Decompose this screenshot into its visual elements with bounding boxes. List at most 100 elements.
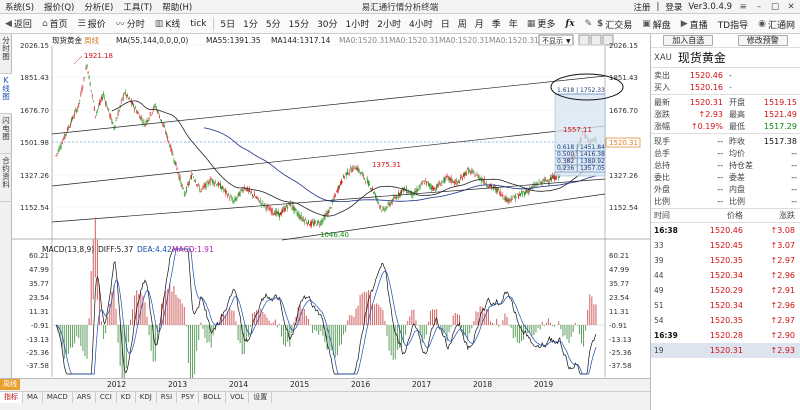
minimize-icon[interactable]: –: [754, 2, 764, 12]
candle-body: [227, 195, 229, 198]
macd-bar: [307, 318, 309, 325]
tick-row[interactable]: 33 1520.45 ↑3.07: [651, 238, 800, 253]
more-button[interactable]: ▦ 更多: [522, 14, 561, 34]
tick-row[interactable]: 16:39 1520.28 ↑2.90: [651, 328, 800, 343]
td-guide-button[interactable]: TD指导: [713, 14, 753, 34]
tick-row[interactable]: 19 1520.31 ↑2.93: [651, 343, 800, 358]
candle-body: [525, 191, 527, 195]
macd-bar: [353, 316, 355, 325]
candle-body: [434, 187, 435, 189]
candle-body: [450, 177, 452, 182]
fx-button[interactable]: fx: [560, 14, 579, 34]
tab-indicator[interactable]: 指标: [0, 391, 23, 403]
tab-macd[interactable]: MACD: [43, 391, 73, 403]
tab-boll[interactable]: BOLL: [199, 391, 227, 403]
macd-bar: [94, 217, 96, 278]
timeshare-button[interactable]: 〰分时: [111, 14, 150, 34]
macd-bar: [496, 318, 498, 325]
tick-row[interactable]: 54 1520.35 ↑2.97: [651, 313, 800, 328]
close-icon[interactable]: ✕: [786, 2, 796, 12]
tab-ars[interactable]: ARS: [73, 391, 96, 403]
period-1h[interactable]: 1小时: [342, 14, 374, 34]
menu-analysis[interactable]: 分析(E): [79, 1, 118, 13]
macd-bar: [107, 316, 109, 325]
tick-row[interactable]: 44 1520.34 ↑2.96: [651, 268, 800, 283]
candle-body: [284, 207, 286, 212]
period-5d[interactable]: 5日: [216, 14, 239, 34]
period-week[interactable]: 周: [454, 14, 471, 34]
add-watch-button[interactable]: 加入自选: [663, 35, 714, 46]
chart-area[interactable]: 现货黄金 周线 MA(55,144,0,0,0,0) MA55:1391.35 …: [12, 34, 650, 385]
candle-body: [271, 208, 273, 213]
home-button[interactable]: ⌂ 首页: [37, 14, 73, 34]
candle-body: [510, 197, 512, 202]
macd-bar: [173, 285, 175, 325]
fx-exchange-button[interactable]: $ 汇交易: [592, 14, 637, 34]
tab-rsi[interactable]: RSI: [157, 391, 178, 403]
candle-body: [390, 202, 392, 204]
period-month[interactable]: 月: [471, 14, 488, 34]
tick-row[interactable]: 49 1520.29 ↑2.91: [651, 283, 800, 298]
kline-chart-svg[interactable]: 现货黄金 周线 MA(55,144,0,0,0,0) MA55:1391.35 …: [12, 34, 650, 385]
chart-tools[interactable]: [578, 34, 614, 46]
tab-cci[interactable]: CCI: [96, 391, 117, 403]
menu-quote[interactable]: 报价(Q): [39, 1, 79, 13]
candle-body: [400, 191, 401, 195]
candle-body: [468, 168, 470, 174]
candle-body: [374, 192, 376, 194]
macd-bar: [448, 325, 450, 333]
period-quarter[interactable]: 季: [488, 14, 505, 34]
candle-body: [272, 213, 274, 214]
stat-value: --: [791, 160, 797, 170]
tick-row[interactable]: 51 1520.34 ↑2.96: [651, 298, 800, 313]
tab-kd[interactable]: KD: [117, 391, 136, 403]
candle-body: [170, 145, 172, 151]
macd-axis-label: 11.31: [29, 308, 49, 316]
macd-bar: [289, 325, 291, 347]
candle-body: [360, 172, 362, 174]
back-button[interactable]: ◀ 返回: [0, 14, 37, 34]
tab-vol[interactable]: VOL: [226, 391, 250, 403]
live-button[interactable]: ▶ 直播: [676, 14, 713, 34]
huitong-button[interactable]: ◉ 汇通网: [753, 14, 800, 34]
kline-button[interactable]: ▥ K线: [150, 14, 185, 34]
menu-system[interactable]: 系统(S): [0, 1, 39, 13]
tick-row[interactable]: 39 1520.35 ↑2.97: [651, 253, 800, 268]
menu-tools[interactable]: 工具(T): [118, 1, 157, 13]
macd-bar: [231, 310, 233, 325]
tab-lightning[interactable]: 闪电图: [0, 114, 12, 154]
candle-body: [341, 179, 342, 184]
register-link[interactable]: 注册: [633, 1, 650, 13]
period-4h[interactable]: 4小时: [405, 14, 437, 34]
menu-help[interactable]: 帮助(H): [157, 1, 197, 13]
period-1m[interactable]: 1分: [239, 14, 262, 34]
period-15m[interactable]: 15分: [285, 14, 313, 34]
candle-body: [195, 181, 197, 183]
tab-settings[interactable]: 设置: [249, 391, 273, 403]
menu-icon[interactable]: ≡: [738, 2, 748, 12]
period-day[interactable]: 日: [437, 14, 454, 34]
tab-contract-info[interactable]: 合约资料: [0, 154, 12, 202]
grid-icon: ▦: [526, 18, 536, 29]
period-year[interactable]: 年: [505, 14, 522, 34]
candle-body: [112, 122, 114, 125]
tab-ma[interactable]: MA: [23, 391, 43, 403]
period-2h[interactable]: 2小时: [373, 14, 405, 34]
tab-kdj[interactable]: KDJ: [136, 391, 157, 403]
period-5m[interactable]: 5分: [262, 14, 285, 34]
interpret-button[interactable]: ▣ 解盘: [637, 14, 676, 34]
tab-psy[interactable]: PSY: [177, 391, 200, 403]
tab-timeshare[interactable]: 分时图: [0, 34, 12, 74]
login-link[interactable]: 登录: [665, 1, 682, 13]
quote-button[interactable]: ☰ 报价: [73, 14, 111, 34]
edit-alert-button[interactable]: 修改预警: [737, 35, 788, 46]
candle-body: [316, 225, 318, 226]
tick-row[interactable]: 16:38 1520.46 ↑3.08: [651, 223, 800, 238]
tab-kline[interactable]: K线图: [0, 74, 12, 114]
candle-body: [171, 148, 173, 153]
tick-button[interactable]: tick: [185, 14, 211, 34]
period-30m[interactable]: 30分: [313, 14, 341, 34]
not-shown-dropdown[interactable]: 不显示 ▼: [538, 34, 574, 46]
maximize-icon[interactable]: □: [770, 2, 780, 12]
tick-list[interactable]: 16:38 1520.46 ↑3.08 33 1520.45 ↑3.07 39 1520.35…: [651, 223, 800, 358]
